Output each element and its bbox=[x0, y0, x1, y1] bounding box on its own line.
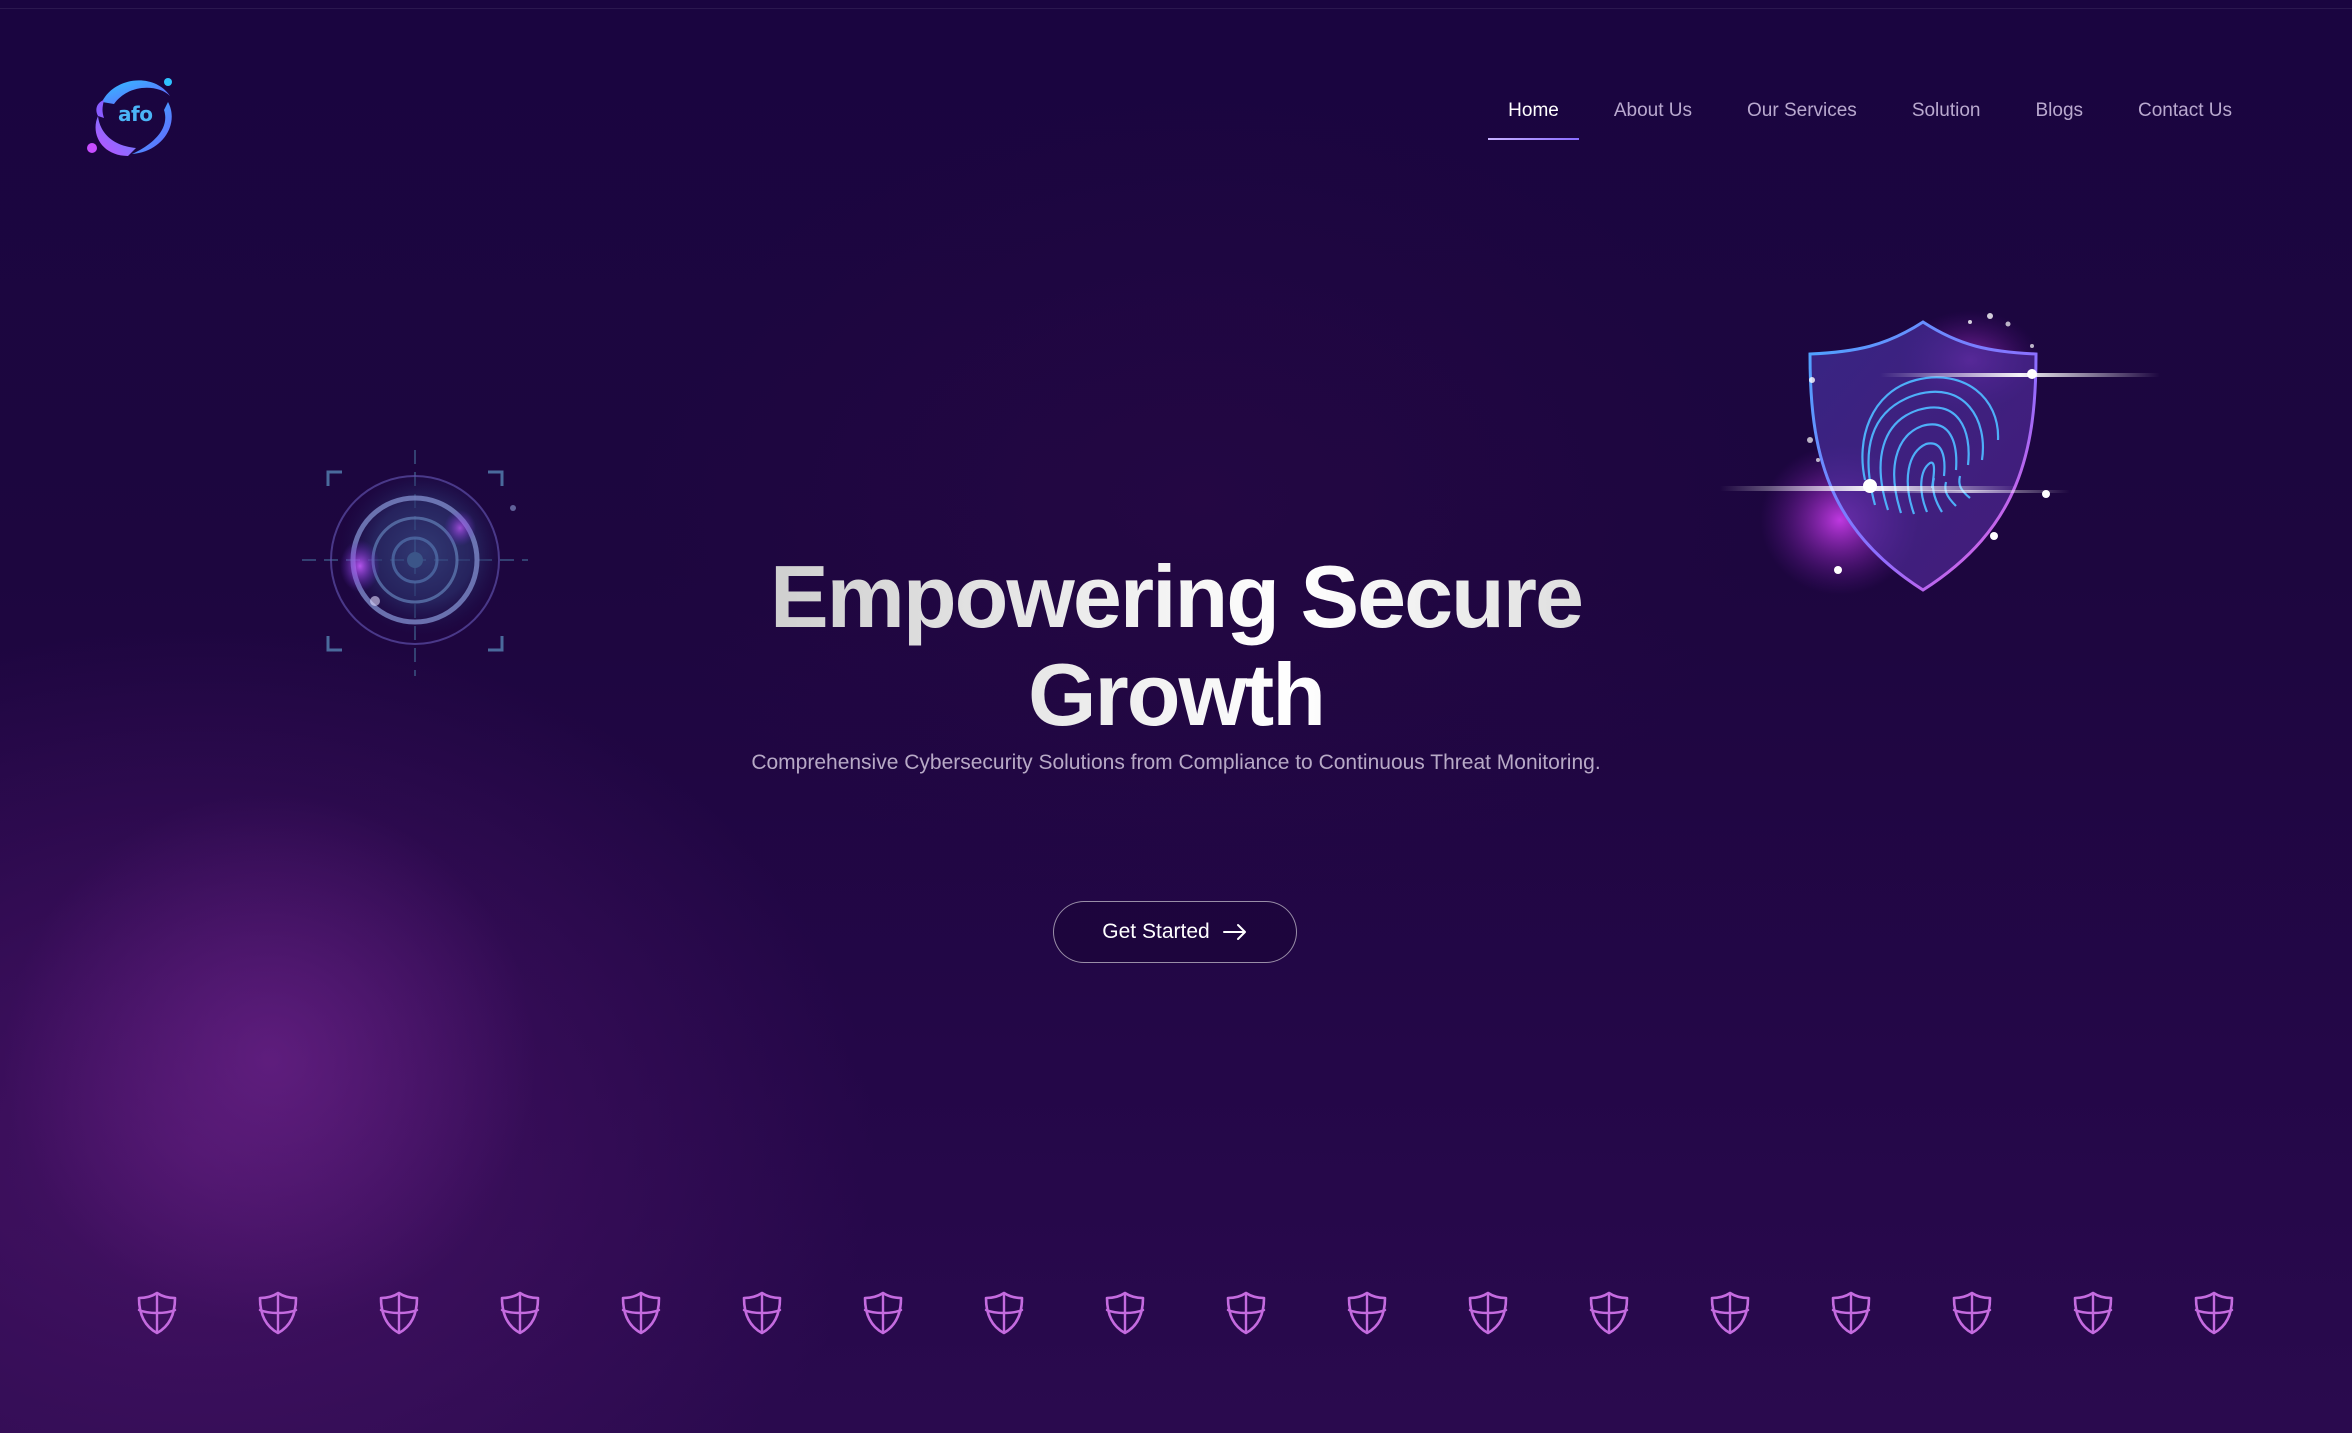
nav-solution[interactable]: Solution bbox=[1892, 96, 2001, 140]
shield-icon bbox=[620, 1290, 662, 1336]
nav-about-us[interactable]: About Us bbox=[1594, 96, 1712, 140]
nav-blogs[interactable]: Blogs bbox=[2015, 96, 2103, 140]
shield-icon bbox=[1951, 1290, 1993, 1336]
shield-icon bbox=[741, 1290, 783, 1336]
get-started-button[interactable]: Get Started bbox=[1053, 901, 1297, 963]
hero-title-line1: Empowering Secure bbox=[769, 547, 1582, 646]
top-divider bbox=[0, 8, 2352, 9]
shield-icon bbox=[1467, 1290, 1509, 1336]
nav-our-services[interactable]: Our Services bbox=[1727, 96, 1877, 140]
shield-icon-row bbox=[0, 1290, 2352, 1338]
nav-contact-us[interactable]: Contact Us bbox=[2118, 96, 2252, 140]
shield-icon bbox=[1346, 1290, 1388, 1336]
get-started-label: Get Started bbox=[1102, 920, 1210, 943]
shield-icon bbox=[1830, 1290, 1872, 1336]
shield-icon bbox=[1588, 1290, 1630, 1336]
shield-icon bbox=[1225, 1290, 1267, 1336]
shield-icon bbox=[2072, 1290, 2114, 1336]
shield-icon bbox=[136, 1290, 178, 1336]
shield-icon bbox=[1104, 1290, 1146, 1336]
shield-icon bbox=[1709, 1290, 1751, 1336]
shield-icon bbox=[378, 1290, 420, 1336]
shield-icon bbox=[983, 1290, 1025, 1336]
main-nav: Home About Us Our Services Solution Blog… bbox=[1473, 96, 2252, 140]
hero-subtitle: Comprehensive Cybersecurity Solutions fr… bbox=[751, 751, 1601, 774]
hero-title: Empowering Secure Growth bbox=[0, 548, 2352, 744]
shield-icon bbox=[862, 1290, 904, 1336]
shield-icon bbox=[257, 1290, 299, 1336]
logo-text: afo bbox=[118, 102, 153, 126]
site-logo[interactable]: afo bbox=[84, 72, 184, 162]
shield-icon bbox=[2193, 1290, 2235, 1336]
arrow-right-icon bbox=[1222, 924, 1246, 940]
nav-home[interactable]: Home bbox=[1488, 96, 1579, 140]
hero-title-line2: Growth bbox=[1028, 645, 1324, 744]
shield-icon bbox=[499, 1290, 541, 1336]
